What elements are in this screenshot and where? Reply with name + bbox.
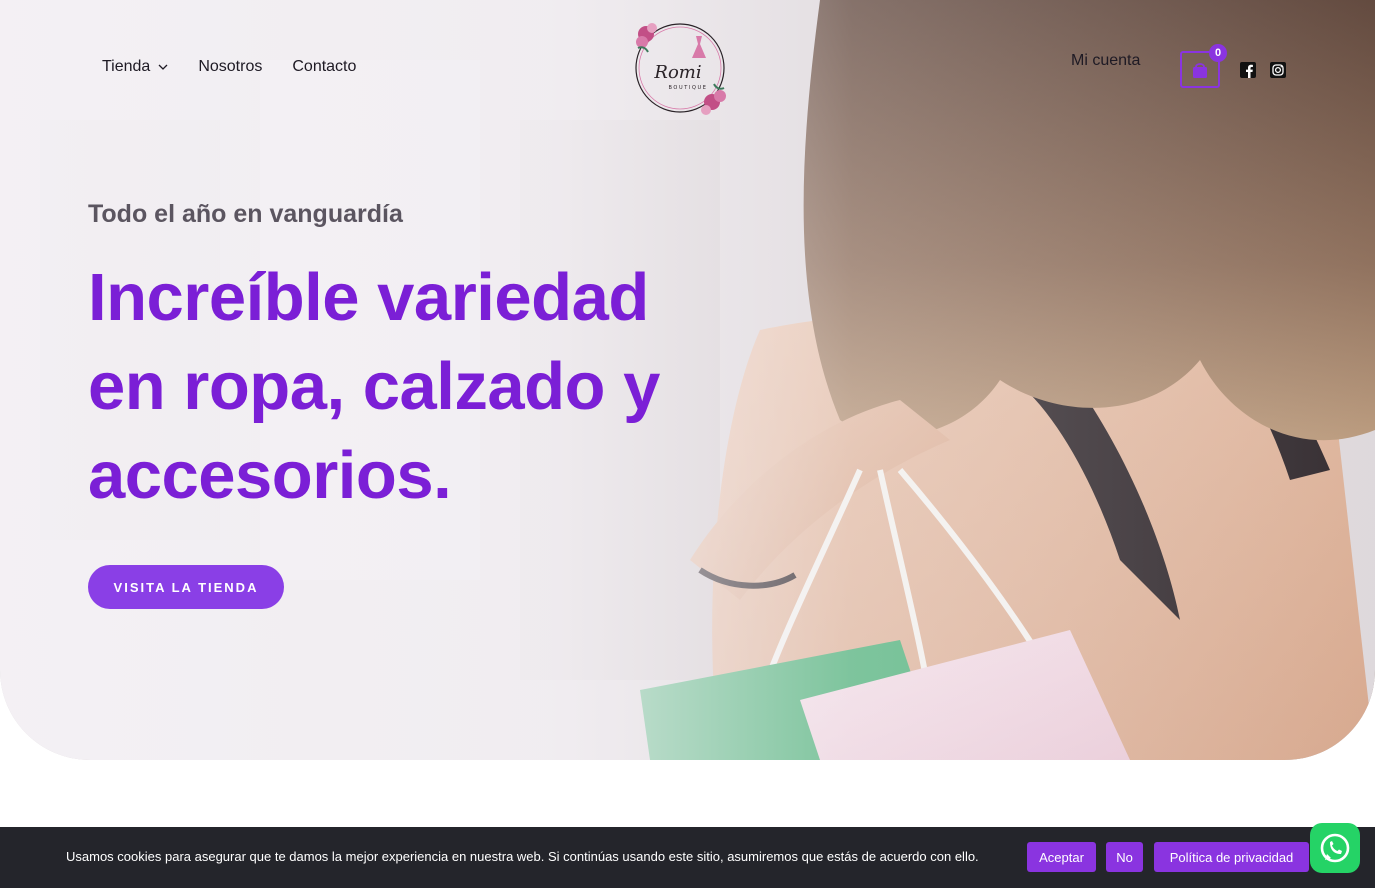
primary-nav: Tienda Nosotros Contacto — [102, 58, 356, 76]
site-header: Tienda Nosotros Contacto Romi BOUTIQUE M… — [0, 0, 1375, 140]
chevron-down-icon — [158, 64, 168, 70]
whatsapp-button[interactable] — [1310, 823, 1360, 873]
headline-line: en ropa, calzado y — [88, 349, 660, 424]
cookie-consent-bar: Usamos cookies para asegurar que te damo… — [0, 827, 1375, 888]
cookie-accept-button[interactable]: Aceptar — [1027, 842, 1096, 872]
privacy-policy-button[interactable]: Política de privacidad — [1154, 842, 1309, 872]
hero-headline: Increíble variedad en ropa, calzado y ac… — [88, 253, 748, 520]
visit-store-button[interactable]: VISITA LA TIENDA — [88, 565, 284, 609]
logo-tagline: BOUTIQUE — [668, 85, 707, 91]
header-actions: Mi cuenta 0 — [1071, 44, 1286, 88]
cookie-message: Usamos cookies para asegurar que te damo… — [66, 849, 979, 864]
nav-item-contacto[interactable]: Contacto — [292, 58, 356, 76]
cart-count-badge: 0 — [1209, 44, 1227, 62]
site-logo[interactable]: Romi BOUTIQUE — [630, 18, 730, 118]
instagram-icon[interactable] — [1270, 62, 1286, 78]
shopping-bag-icon — [1193, 62, 1207, 78]
nav-item-label: Contacto — [292, 58, 357, 75]
headline-line: accesorios. — [88, 438, 452, 513]
nav-item-label: Nosotros — [198, 58, 263, 75]
facebook-icon[interactable] — [1240, 62, 1256, 78]
nav-item-nosotros[interactable]: Nosotros — [198, 58, 262, 76]
cart-button[interactable]: 0 — [1180, 44, 1227, 88]
hero-eyebrow: Todo el año en vanguardía — [88, 200, 403, 228]
logo-brand: Romi — [653, 62, 701, 83]
nav-item-label: Tienda — [102, 58, 151, 75]
cookie-decline-button[interactable]: No — [1106, 842, 1143, 872]
nav-item-tienda[interactable]: Tienda — [102, 58, 168, 76]
my-account-link[interactable]: Mi cuenta — [1071, 52, 1140, 70]
whatsapp-icon — [1320, 833, 1350, 863]
headline-line: Increíble variedad — [88, 260, 649, 335]
